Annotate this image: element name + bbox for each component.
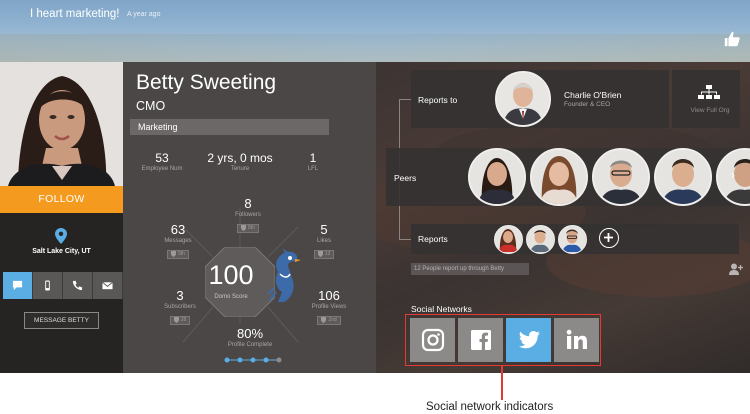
manager-name[interactable]: Charlie O'Brien bbox=[564, 90, 621, 100]
org-chart-icon bbox=[698, 85, 720, 99]
report-avatar[interactable] bbox=[558, 225, 587, 254]
stat-profile-complete: 80% Profile Complete bbox=[227, 326, 273, 348]
mobile-button[interactable] bbox=[33, 272, 63, 299]
rank-badge: 8th bbox=[237, 223, 259, 233]
twitter-button[interactable] bbox=[506, 318, 551, 362]
status-timestamp: A year ago bbox=[127, 11, 161, 18]
social-networks-title: Social Networks bbox=[411, 304, 472, 314]
message-button[interactable]: MESSAGE BETTY bbox=[24, 312, 99, 329]
follow-button[interactable]: FOLLOW bbox=[0, 186, 123, 213]
stat-followers: 8 Followers 8th bbox=[235, 196, 261, 233]
progress-dot bbox=[224, 357, 230, 363]
chat-icon bbox=[12, 280, 23, 291]
view-full-org-label[interactable]: View Full Org bbox=[680, 107, 740, 114]
mobile-phone-icon bbox=[45, 280, 50, 291]
profile-complete-progress bbox=[224, 357, 282, 363]
profile-page: I heart marketing! A year ago FOLLOW Sal… bbox=[0, 0, 750, 373]
shield-icon bbox=[317, 251, 323, 257]
linkedin-button[interactable] bbox=[554, 318, 599, 362]
stat-profile-views: 106 Profile Views 2nd bbox=[311, 288, 347, 325]
callout-label: Social network indicators bbox=[426, 401, 554, 413]
add-report-button[interactable] bbox=[599, 228, 619, 248]
peers-next-chevron-icon[interactable]: › bbox=[731, 168, 741, 184]
stat-tenure: 2 yrs, 0 mos Tenure bbox=[207, 151, 273, 172]
peer-avatar[interactable] bbox=[592, 148, 650, 206]
peer-avatar[interactable] bbox=[654, 148, 712, 206]
stat-messages: 63 Messages 9th bbox=[164, 222, 192, 259]
reports-count-note[interactable]: 12 People report up through Betty bbox=[411, 263, 529, 275]
profile-photo bbox=[0, 62, 123, 186]
plus-icon bbox=[604, 233, 613, 242]
facebook-button[interactable] bbox=[458, 318, 503, 362]
shield-icon bbox=[321, 317, 327, 323]
rank-badge: 2nd bbox=[317, 315, 341, 325]
domo-score-label: Domo Score bbox=[214, 294, 248, 300]
thumbs-up-icon[interactable] bbox=[723, 30, 741, 48]
status-message: I heart marketing! bbox=[30, 8, 120, 20]
facebook-icon bbox=[470, 330, 491, 350]
progress-dot bbox=[237, 357, 243, 363]
stat-likes: 5 Likes 13 bbox=[303, 222, 345, 262]
callout-pointer-line bbox=[501, 366, 503, 400]
report-avatar[interactable] bbox=[494, 225, 523, 254]
rank-badge: 28 bbox=[169, 315, 191, 325]
instagram-button[interactable] bbox=[410, 318, 455, 362]
stat-subscribers: 3 Subscribers 28 bbox=[164, 288, 196, 325]
profile-sidebar: FOLLOW Salt Lake City, UT MESSAGE BETTY bbox=[0, 62, 123, 373]
phone-icon bbox=[72, 280, 83, 291]
phone-button[interactable] bbox=[63, 272, 93, 299]
email-button[interactable] bbox=[93, 272, 123, 299]
domo-score-value: 100 bbox=[208, 260, 254, 290]
manager-title: Founder & CEO bbox=[564, 101, 611, 108]
instagram-icon bbox=[421, 328, 444, 352]
cover-haze bbox=[0, 34, 750, 62]
stat-employee-num: 53 Employee Num bbox=[141, 151, 183, 172]
org-tree-line bbox=[399, 239, 411, 240]
reports-to-label: Reports to bbox=[418, 95, 458, 105]
reports-label: Reports bbox=[418, 234, 448, 244]
twitter-icon bbox=[518, 331, 540, 349]
peers-label: Peers bbox=[394, 173, 417, 183]
rank-badge: 13 bbox=[313, 249, 335, 259]
report-avatar[interactable] bbox=[526, 225, 555, 254]
progress-dot bbox=[276, 357, 282, 363]
manager-avatar[interactable] bbox=[495, 71, 551, 127]
progress-dot bbox=[250, 357, 256, 363]
peer-avatar[interactable] bbox=[468, 148, 526, 206]
location-text: Salt Lake City, UT bbox=[32, 248, 91, 255]
shield-icon bbox=[173, 317, 179, 323]
stat-lfl: 1 LFL bbox=[307, 151, 319, 172]
shield-icon bbox=[241, 225, 247, 231]
contact-options bbox=[3, 272, 123, 299]
stats-panel: Betty Sweeting CMO Marketing 53 Employee… bbox=[123, 62, 376, 373]
location-pin-icon bbox=[55, 228, 67, 244]
progress-dot bbox=[263, 357, 269, 363]
shield-icon bbox=[171, 251, 177, 257]
chat-button[interactable] bbox=[3, 272, 33, 299]
peer-avatar[interactable] bbox=[530, 148, 588, 206]
linkedin-icon bbox=[566, 329, 587, 349]
bird-mascot-icon bbox=[267, 248, 301, 302]
add-person-icon[interactable] bbox=[729, 263, 743, 275]
rank-badge: 9th bbox=[167, 249, 189, 259]
email-icon bbox=[102, 281, 113, 290]
org-tree-line bbox=[399, 99, 411, 100]
